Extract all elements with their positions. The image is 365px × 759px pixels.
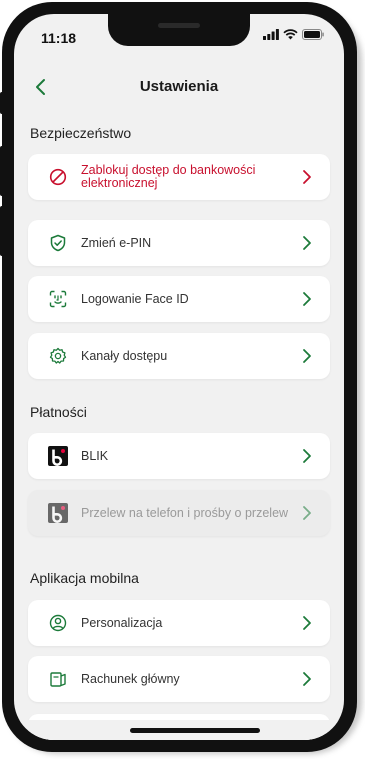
personalization-item[interactable]: Personalizacja [28,600,330,646]
volume-up-button [0,146,5,196]
access-channels-item[interactable]: Kanały dostępu [28,333,330,379]
chevron-right-icon [303,349,311,363]
block-access-label: Zablokuj dostęp do bankowości elektronic… [81,163,256,190]
blik-item[interactable]: BLIK [28,433,330,479]
volume-down-button [0,206,5,256]
chevron-right-icon [303,506,311,520]
page-title: Ustawienia [139,78,219,95]
chevron-right-icon [303,616,311,630]
phone-transfer-label: Przelew na telefon i prośby o przelew [81,505,289,520]
mute-switch [0,92,5,114]
access-channels-label: Kanały dostępu [81,348,168,363]
gear-icon [48,346,68,366]
section-title-mobile-app: Aplikacja mobilna [30,570,139,586]
signal-icon [263,29,279,40]
user-circle-icon [48,613,68,633]
phone-frame: 11:18 Ustawienia Bezpieczeństwo Zablokuj… [2,2,357,752]
personalization-label: Personalizacja [81,615,163,630]
status-icons [263,29,324,40]
shield-check-icon [48,233,68,253]
home-indicator[interactable] [130,728,260,733]
chevron-right-icon [303,170,311,184]
account-icon [48,669,68,689]
chevron-right-icon [303,672,311,686]
section-title-security: Bezpieczeństwo [30,125,132,141]
nav-bar: Ustawienia [14,72,344,102]
change-epin-label: Zmień e-PIN [81,235,152,250]
blik-label: BLIK [81,448,109,463]
speaker [158,23,200,28]
wifi-icon [283,29,298,40]
main-account-item[interactable]: Rachunek główny [28,656,330,702]
block-icon [48,167,68,187]
blik-icon [48,446,68,466]
block-access-item[interactable]: Zablokuj dostęp do bankowości elektronic… [28,154,330,200]
battery-icon [302,29,324,40]
face-id-item[interactable]: Logowanie Face ID [28,276,330,322]
chevron-right-icon [303,292,311,306]
face-id-icon [48,289,68,309]
section-title-payments: Płatności [30,404,87,420]
face-id-label: Logowanie Face ID [81,291,189,306]
phone-transfer-item[interactable]: Przelew na telefon i prośby o przelew [28,490,330,536]
status-time: 11:18 [41,30,77,46]
app-screen: 11:18 Ustawienia Bezpieczeństwo Zablokuj… [14,14,344,740]
change-epin-item[interactable]: Zmień e-PIN [28,220,330,266]
blik-icon [48,503,68,523]
chevron-right-icon [303,236,311,250]
chevron-right-icon [303,449,311,463]
notch [108,14,250,46]
main-account-label: Rachunek główny [81,671,180,686]
